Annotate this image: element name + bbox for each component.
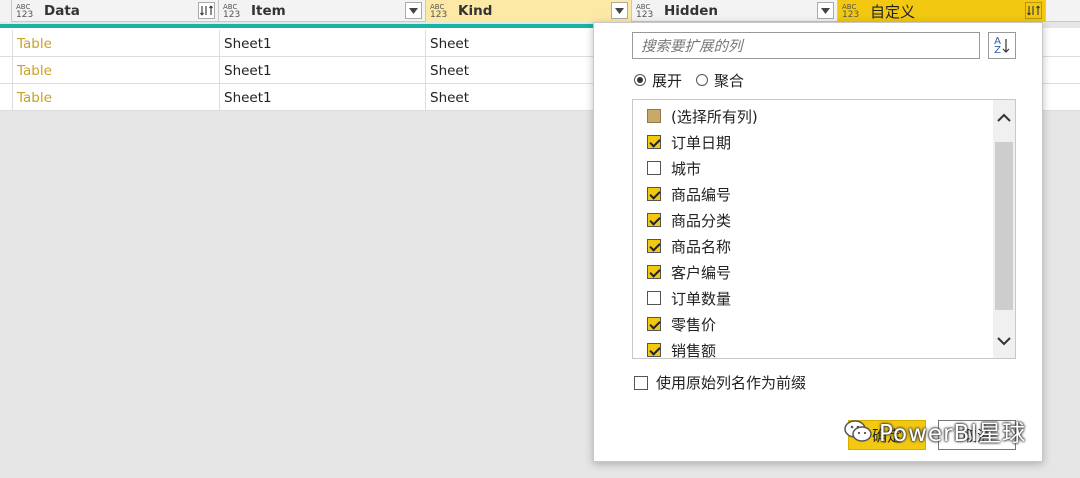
list-item[interactable]: 商品分类	[647, 208, 731, 232]
chevron-down-icon[interactable]	[993, 330, 1015, 352]
list-item[interactable]: 城市	[647, 156, 701, 180]
row-number-cell	[0, 57, 13, 84]
watermark: PowerBI星球	[843, 414, 1026, 448]
sort-label-bottom: Z	[994, 44, 1001, 56]
item-cell[interactable]: Sheet1	[220, 30, 426, 57]
item-cell[interactable]: Sheet1	[220, 84, 426, 111]
prefix-option[interactable]: 使用原始列名作为前缀	[634, 372, 806, 393]
checkbox-checked[interactable]	[647, 213, 661, 227]
table-link-cell[interactable]: Table	[13, 84, 220, 111]
radio-button-selected[interactable]	[634, 74, 646, 86]
checkbox-unchecked[interactable]	[634, 375, 648, 390]
checkbox-unchecked[interactable]	[647, 161, 661, 175]
checkbox-partial[interactable]	[647, 109, 661, 123]
checkbox-unchecked[interactable]	[647, 291, 661, 305]
type-label-bottom: 123	[636, 9, 654, 20]
list-item[interactable]: 销售额	[647, 338, 717, 359]
list-item-label: 商品分类	[671, 211, 732, 230]
column-name: Item	[251, 3, 286, 19]
column-name: 自定义	[870, 2, 916, 21]
column-name: Data	[44, 3, 80, 19]
radio-label: 展开	[652, 71, 683, 90]
column-header-item[interactable]: ABC 123 Item	[219, 0, 426, 22]
list-item[interactable]: 商品编号	[647, 182, 731, 206]
column-checklist: (选择所有列) 订单日期 城市 商品编号 商品分类 商品名称 客户编号 订单数量…	[632, 99, 1016, 359]
list-item-label: 商品编号	[671, 185, 732, 204]
chevron-down-icon[interactable]	[611, 2, 628, 19]
wechat-icon	[844, 420, 872, 442]
checkbox-checked[interactable]	[647, 343, 661, 357]
row-number-cell	[0, 30, 13, 57]
list-item[interactable]: 客户编号	[647, 260, 731, 284]
table-link-cell[interactable]: Table	[13, 57, 220, 84]
list-item-label: 零售价	[671, 315, 717, 334]
checkbox-checked[interactable]	[647, 317, 661, 331]
list-item[interactable]: 订单数量	[647, 286, 731, 310]
column-header-hidden[interactable]: ABC 123 Hidden	[632, 0, 838, 22]
expand-column-icon[interactable]	[1025, 2, 1042, 19]
list-item-label: 客户编号	[671, 263, 732, 282]
expand-columns-popup: 搜索要扩展的列 A Z 展开 聚合 (选择所有列) 订单日期 城市 商品编号 商…	[593, 22, 1043, 462]
checkbox-checked[interactable]	[647, 239, 661, 253]
list-item-label: (选择所有列)	[671, 107, 758, 126]
watermark-text: PowerBI星球	[879, 421, 1027, 447]
any-type-icon[interactable]: ABC 123	[430, 1, 452, 21]
item-cell[interactable]: Sheet1	[220, 57, 426, 84]
any-type-icon[interactable]: ABC 123	[223, 1, 245, 21]
list-item[interactable]: 订单日期	[647, 130, 731, 154]
column-header-custom[interactable]: ABC 123 自定义	[838, 0, 1046, 22]
list-item[interactable]: 零售价	[647, 312, 716, 336]
any-type-icon[interactable]: ABC 123	[636, 1, 658, 21]
list-item-label: 订单日期	[671, 133, 732, 152]
list-item-select-all[interactable]: (选择所有列)	[647, 104, 758, 128]
list-item-label: 城市	[671, 159, 702, 178]
checkbox-checked[interactable]	[647, 135, 661, 149]
type-label-bottom: 123	[842, 9, 860, 20]
radio-aggregate[interactable]: 聚合	[696, 70, 744, 91]
chevron-down-icon[interactable]	[405, 2, 422, 19]
type-label-bottom: 123	[223, 9, 241, 20]
any-type-icon[interactable]: ABC 123	[842, 1, 864, 21]
scrollbar-thumb[interactable]	[995, 142, 1013, 310]
list-item[interactable]: 商品名称	[647, 234, 731, 258]
radio-expand[interactable]: 展开	[634, 70, 682, 91]
checkbox-checked[interactable]	[647, 187, 661, 201]
any-type-icon[interactable]: ABC 123	[16, 1, 38, 21]
list-item-label: 订单数量	[671, 289, 732, 308]
expand-column-icon[interactable]	[198, 2, 215, 19]
list-item-label: 商品名称	[671, 237, 732, 256]
column-name: Kind	[458, 3, 493, 19]
column-header-data[interactable]: ABC 123 Data	[12, 0, 219, 22]
chevron-up-icon[interactable]	[993, 106, 1015, 128]
vertical-scrollbar[interactable]	[993, 100, 1015, 358]
row-number-header	[0, 0, 12, 22]
type-label-bottom: 123	[430, 9, 448, 20]
search-input[interactable]: 搜索要扩展的列	[632, 32, 980, 59]
row-number-cell	[0, 84, 13, 111]
az-sort-icon[interactable]: A Z	[988, 32, 1016, 59]
checkbox-checked[interactable]	[647, 265, 661, 279]
column-header-kind[interactable]: ABC 123 Kind	[426, 0, 632, 22]
table-link-cell[interactable]: Table	[13, 30, 220, 57]
expand-mode-radio-group: 展开 聚合	[634, 69, 744, 91]
radio-button[interactable]	[696, 74, 709, 86]
column-header-row: ABC 123 Data ABC 123 Item ABC 123 Kind ABC 1…	[0, 0, 1080, 22]
column-name: Hidden	[664, 3, 719, 19]
prefix-label: 使用原始列名作为前缀	[656, 374, 807, 392]
radio-label: 聚合	[714, 71, 745, 90]
list-item-label: 销售额	[671, 341, 717, 359]
chevron-down-icon[interactable]	[817, 2, 834, 19]
type-label-bottom: 123	[16, 9, 34, 20]
